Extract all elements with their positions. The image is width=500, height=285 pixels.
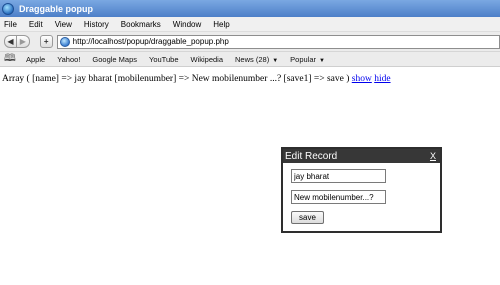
menu-edit[interactable]: Edit bbox=[29, 20, 43, 29]
bookmark-news[interactable]: News (28) ▼ bbox=[235, 55, 278, 64]
bookmark-news-label: News (28) bbox=[235, 54, 270, 64]
address-bar[interactable]: http://localhost/popup/draggable_popup.p… bbox=[56, 34, 500, 49]
array-dump-text: Array ( [name] => jay bharat [mobilenumb… bbox=[2, 74, 350, 84]
globe-icon bbox=[59, 36, 70, 47]
save-button[interactable]: save bbox=[291, 211, 324, 224]
bookmark-popular[interactable]: Popular ▼ bbox=[290, 55, 325, 64]
mobile-number-input[interactable] bbox=[291, 190, 386, 204]
menu-help[interactable]: Help bbox=[213, 20, 229, 29]
open-book-icon[interactable]: 🕮 bbox=[4, 51, 18, 68]
popup-header[interactable]: Edit Record X bbox=[283, 149, 440, 163]
name-input[interactable] bbox=[291, 169, 386, 183]
bookmark-google-maps[interactable]: Google Maps bbox=[92, 55, 137, 64]
bookmark-youtube[interactable]: YouTube bbox=[149, 55, 178, 64]
window-titlebar: Draggable popup bbox=[0, 0, 500, 17]
page-content: Array ( [name] => jay bharat [mobilenumb… bbox=[2, 74, 498, 84]
window-title: Draggable popup bbox=[19, 3, 93, 14]
menu-bookmarks[interactable]: Bookmarks bbox=[121, 20, 161, 29]
menu-window[interactable]: Window bbox=[173, 20, 201, 29]
address-url[interactable]: http://localhost/popup/draggable_popup.p… bbox=[73, 37, 229, 46]
forward-button[interactable]: ▶ bbox=[16, 35, 30, 48]
safari-app-icon bbox=[2, 2, 14, 15]
add-bookmark-button[interactable]: + bbox=[39, 35, 53, 48]
edit-record-popup[interactable]: Edit Record X save bbox=[281, 147, 442, 233]
bookmark-wikipedia[interactable]: Wikipedia bbox=[191, 55, 224, 64]
popup-title: Edit Record bbox=[285, 150, 338, 162]
navigation-toolbar: ◀ ▶ + http://localhost/popup/draggable_p… bbox=[0, 32, 500, 52]
bookmark-popular-label: Popular bbox=[290, 54, 317, 64]
menu-history[interactable]: History bbox=[84, 20, 109, 29]
chevron-down-icon: ▼ bbox=[272, 57, 279, 64]
close-button[interactable]: X bbox=[430, 151, 436, 161]
bookmark-yahoo[interactable]: Yahoo! bbox=[57, 55, 80, 64]
hide-link[interactable]: hide bbox=[374, 74, 390, 84]
menu-view[interactable]: View bbox=[55, 20, 72, 29]
bookmark-apple[interactable]: Apple bbox=[26, 55, 45, 64]
back-button[interactable]: ◀ bbox=[4, 35, 17, 48]
menu-file[interactable]: File bbox=[4, 20, 17, 29]
show-link[interactable]: show bbox=[352, 74, 372, 84]
chevron-down-icon: ▼ bbox=[319, 57, 325, 64]
menu-bar: File Edit View History Bookmarks Window … bbox=[0, 17, 500, 32]
bookmarks-bar: 🕮 Apple Yahoo! Google Maps YouTube Wikip… bbox=[0, 52, 500, 67]
